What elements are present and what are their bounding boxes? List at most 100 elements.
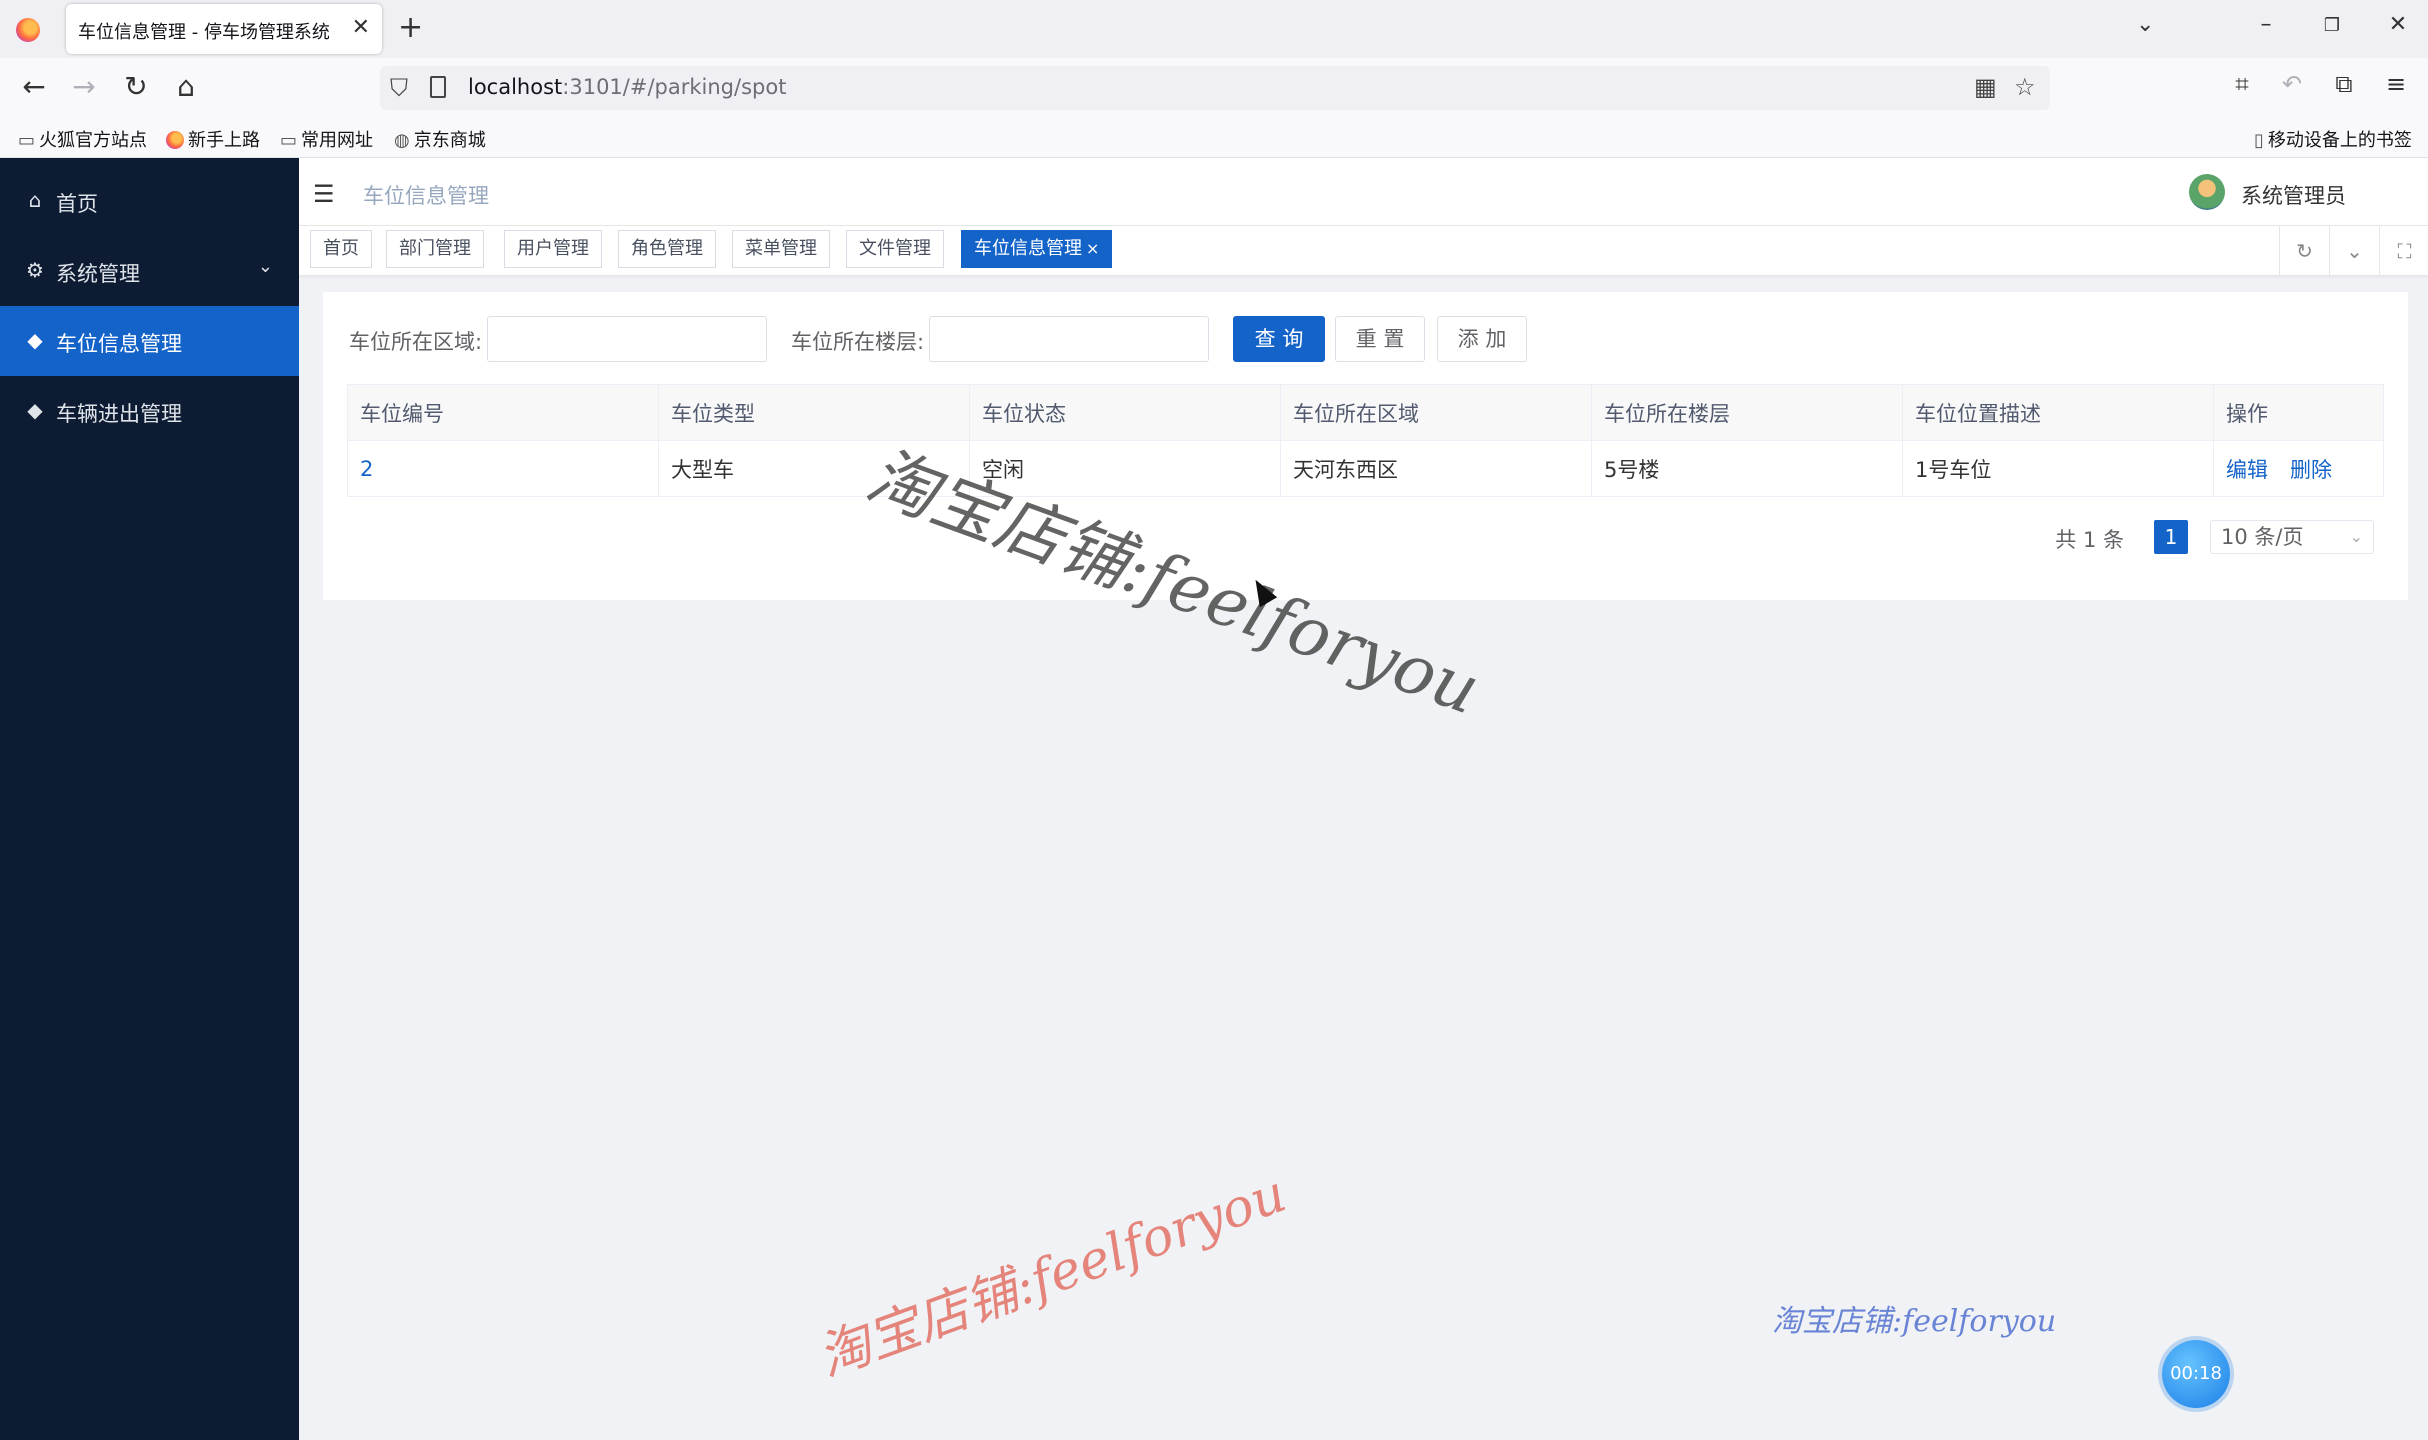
tag-home[interactable]: 首页 [310,230,372,268]
globe-icon: ◍ [394,130,410,151]
close-icon[interactable]: × [1086,239,1099,258]
sidebar-item-label: 车位信息管理 [56,332,182,356]
restore-icon[interactable]: ❐ [2312,15,2352,36]
chevron-down-icon[interactable]: ⌄ [2136,12,2154,37]
delete-button[interactable]: 删除 [2290,458,2332,482]
tag-parking-spot[interactable]: 车位信息管理 × [961,230,1113,268]
column-header: 车位编号 [347,384,659,441]
tag-icon: ◆ [27,398,43,422]
page-size-value: 10 条/页 [2221,525,2304,549]
column-header: 车位所在楼层 [1591,384,1903,441]
mobile-bookmarks[interactable]: ▯ 移动设备上的书签 [2254,126,2412,152]
browser-tab[interactable]: 车位信息管理 - 停车场管理系统 ✕ [66,4,382,54]
cell-area: 天河东西区 [1280,440,1592,497]
close-window-icon[interactable]: ✕ [2378,12,2418,37]
bookmark-label: 京东商城 [413,130,486,151]
reload-icon[interactable]: ↻ [118,70,154,103]
cell-floor: 5号楼 [1591,440,1903,497]
floor-input[interactable] [929,316,1209,362]
folder-icon: ▭ [18,130,36,151]
username[interactable]: 系统管理员 [2241,180,2346,210]
pagination-total: 共 1 条 [2055,528,2124,552]
tag-users[interactable]: 用户管理 [504,230,602,268]
column-header: 车位所在区域 [1280,384,1592,441]
home-icon: ⌂ [28,188,42,212]
chevron-down-icon: ⌄ [2349,527,2363,546]
sidebar-item-label: 系统管理 [56,262,140,286]
firefox-icon [166,131,184,149]
chevron-down-icon: ⌄ [257,256,273,277]
qr-code-icon[interactable]: ▦ [1974,73,1997,101]
bookmarks-bar: ▭ 火狐官方站点 新手上路 ▭ 常用网址 ◍ 京东商城 ▯ 移动设备上的书签 [0,118,2428,158]
bookmark-item[interactable]: ▭ 常用网址 [280,126,373,152]
reset-button[interactable]: 重 置 [1335,316,1425,362]
cell-description: 1号车位 [1902,440,2214,497]
cell-id: 2 [347,440,659,497]
new-tab-button[interactable]: + [398,10,423,45]
sidebar-item-label: 首页 [56,192,98,216]
sidebar-item-label: 车辆进出管理 [56,402,182,426]
sidebar-item-vehicle-access[interactable]: ◆ 车辆进出管理 [0,376,299,446]
column-header: 车位位置描述 [1902,384,2214,441]
fullscreen-icon[interactable]: ⛶ [2379,226,2428,276]
bookmark-label: 火狐官方站点 [39,130,148,151]
page-number-button[interactable]: 1 [2154,520,2188,554]
cell-status: 空闲 [969,440,1281,497]
area-label: 车位所在区域: [349,330,483,354]
watermark: 淘宝店铺:feelforyou [810,1163,1294,1389]
sidebar-item-system[interactable]: ⚙ 系统管理 ⌄ [0,236,299,306]
undo-icon[interactable]: ↶ [2274,70,2310,98]
url-path: :3101/#/parking/spot [562,75,787,99]
chevron-down-icon[interactable]: ⌄ [2329,226,2379,276]
watermark: 淘宝店铺:feelforyou [1772,1304,2057,1339]
area-input[interactable] [487,316,767,362]
page-icon [430,76,446,98]
firefox-icon[interactable] [16,18,40,42]
screenshot-icon[interactable]: ⌗ [2224,70,2260,98]
tag-files[interactable]: 文件管理 [846,230,944,268]
hamburger-icon[interactable]: ☰ [313,180,335,208]
column-header: 车位类型 [658,384,970,441]
column-header: 操作 [2213,384,2384,441]
home-icon[interactable]: ⌂ [168,70,204,103]
bookmark-item[interactable]: 新手上路 [166,126,260,152]
cell-actions: 编辑 删除 [2213,440,2384,497]
shield-icon[interactable]: ⛉ [390,74,408,102]
breadcrumb: 车位信息管理 [363,184,489,208]
tab-close-icon[interactable]: ✕ [352,15,370,40]
sidebar-item-parking-spot[interactable]: ◆ 车位信息管理 [0,306,299,376]
tab-title: 车位信息管理 - 停车场管理系统 [78,22,330,43]
forward-icon[interactable]: → [66,70,102,103]
floor-label: 车位所在楼层: [791,330,925,354]
tag-icon: ◆ [27,328,43,352]
browser-tab-bar: 车位信息管理 - 停车场管理系统 ✕ + ⌄ – ❐ ✕ [0,0,2428,58]
mobile-bookmarks-label: 移动设备上的书签 [2267,130,2412,151]
recording-timer[interactable]: 00:18 [2162,1340,2230,1408]
page-size-select[interactable]: 10 条/页 ⌄ [2210,520,2374,554]
add-button[interactable]: 添 加 [1437,316,1527,362]
sidebar: ⌂ 首页 ⚙ 系统管理 ⌄ ◆ 车位信息管理 ◆ 车辆进出管理 [0,158,299,1440]
bookmark-label: 常用网址 [301,130,374,151]
back-icon[interactable]: ← [16,70,52,103]
extensions-icon[interactable]: ⧉ [2326,70,2362,98]
cell-type: 大型车 [658,440,970,497]
tag-department[interactable]: 部门管理 [386,230,484,268]
refresh-icon[interactable]: ↻ [2279,226,2329,276]
menu-icon[interactable]: ≡ [2378,70,2414,98]
pagination: 共 1 条 1 10 条/页 ⌄ [1974,520,2374,554]
tag-menus[interactable]: 菜单管理 [732,230,830,268]
tag-roles[interactable]: 角色管理 [618,230,716,268]
url-bar[interactable]: ⛉ localhost:3101/#/parking/spot ▦ ☆ [380,66,2050,110]
minimize-icon[interactable]: – [2246,12,2286,37]
browser-nav-bar: ← → ↻ ⌂ ⛉ localhost:3101/#/parking/spot … [0,58,2428,118]
url-text[interactable]: localhost:3101/#/parking/spot [468,75,786,99]
edit-button[interactable]: 编辑 [2226,458,2268,482]
avatar[interactable] [2189,174,2225,210]
query-button[interactable]: 查 询 [1233,316,1325,362]
star-icon[interactable]: ☆ [2014,73,2036,101]
tags-view: 首页 部门管理 用户管理 角色管理 菜单管理 文件管理 车位信息管理 × ↻ ⌄ … [299,226,2428,276]
bookmark-item[interactable]: ◍ 京东商城 [394,126,486,152]
bookmark-item[interactable]: ▭ 火狐官方站点 [18,126,147,152]
url-host: localhost [468,75,563,99]
sidebar-item-home[interactable]: ⌂ 首页 [0,166,299,236]
